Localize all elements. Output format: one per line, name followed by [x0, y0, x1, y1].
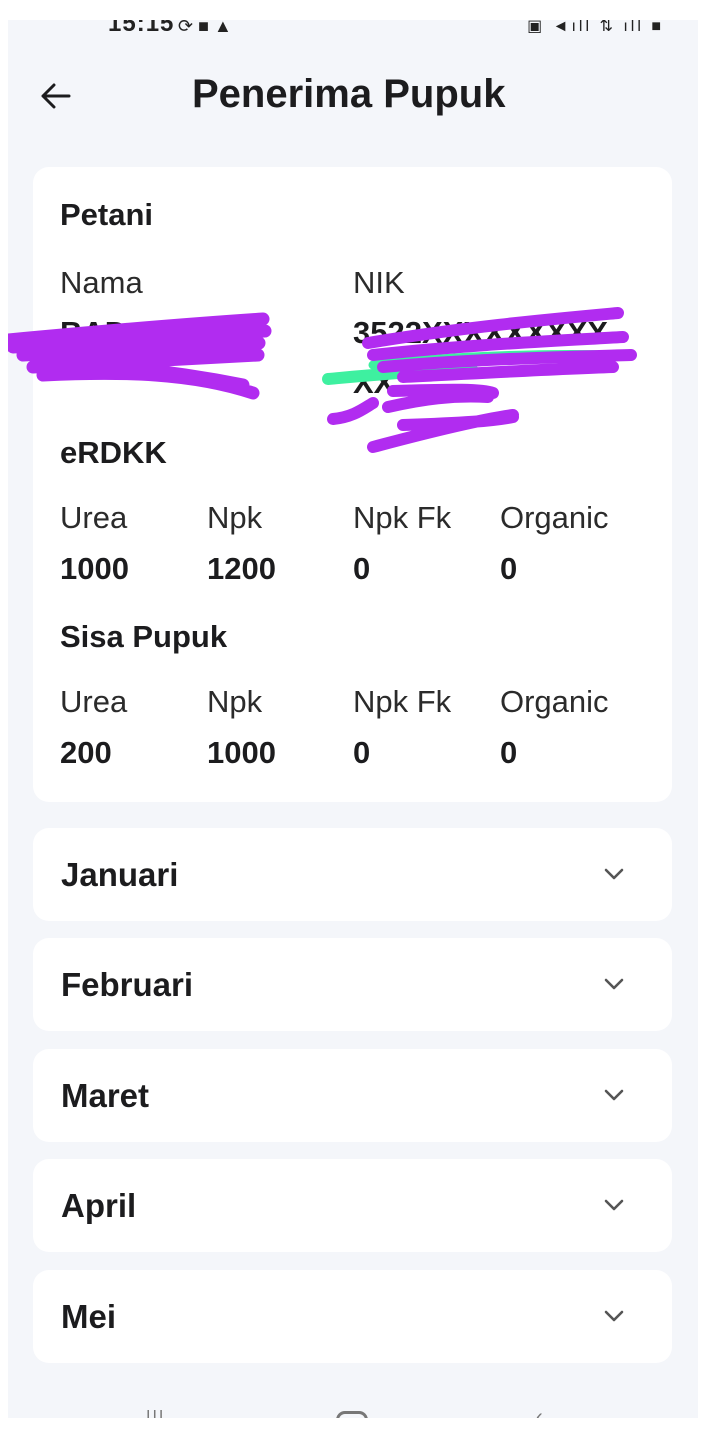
status-bar: 15:15 ⟳ ■ ▲ ▣ ◄ıll ⇅ ıll ■ [8, 20, 698, 38]
month-label: April [61, 1187, 137, 1224]
month-accordion-januari[interactable]: Januari [33, 828, 672, 921]
farmer-section-title: Petani [60, 197, 154, 232]
chevron-down-icon [604, 1199, 624, 1211]
erdkk-urea-value: 1000 [60, 551, 129, 586]
erdkk-section-title: eRDKK [60, 435, 167, 470]
erdkk-organic-value: 0 [500, 551, 518, 586]
name-label: Nama [60, 265, 143, 300]
sisa-organic-label: Organic [500, 684, 609, 719]
month-label: Maret [61, 1077, 150, 1114]
status-system-icons: ▣ ◄ıll ⇅ ıll ■ [527, 20, 664, 35]
month-label: Februari [61, 966, 194, 1003]
sisa-section-title: Sisa Pupuk [60, 619, 228, 654]
sisa-npk-fk-value: 0 [353, 735, 371, 770]
sisa-npk-value: 1000 [207, 735, 276, 770]
nik-value-redacted: 3522XXXXXXXXX XX [313, 297, 643, 457]
redaction-scribble [8, 312, 272, 400]
chevron-down-icon [604, 868, 624, 880]
home-button[interactable] [336, 1411, 368, 1418]
nik-label: NIK [353, 265, 405, 300]
back-button[interactable] [36, 76, 76, 116]
system-back-button[interactable]: ‹ [536, 1408, 543, 1418]
status-time: 15:15 [108, 20, 175, 37]
chevron-down-icon [604, 978, 624, 990]
farmer-card: Petani Nama NIK BAD 3522XXXXXXXXX XX eRD… [8, 167, 672, 802]
sisa-urea-value: 200 [60, 735, 112, 770]
sisa-organic-value: 0 [500, 735, 518, 770]
erdkk-organic-label: Organic [500, 500, 609, 535]
system-nav-bar: III ‹ [8, 1408, 698, 1418]
page-title: Penerima Pupuk [192, 72, 506, 116]
month-label: Mei [61, 1298, 117, 1335]
erdkk-npk-fk-value: 0 [353, 551, 371, 586]
recent-apps-button[interactable]: III [146, 1408, 165, 1418]
month-accordion-mei[interactable]: Mei [33, 1270, 672, 1363]
month-accordion-april[interactable]: April [33, 1159, 672, 1252]
sisa-urea-label: Urea [60, 684, 128, 719]
chevron-down-icon [604, 1089, 624, 1101]
phone-screen: 15:15 ⟳ ■ ▲ ▣ ◄ıll ⇅ ıll ■ Penerima Pupu… [8, 20, 698, 1418]
redaction-scribble [322, 307, 637, 453]
sisa-npk-label: Npk [207, 684, 263, 719]
month-accordion-maret[interactable]: Maret [33, 1049, 672, 1142]
chevron-down-icon [604, 1310, 624, 1322]
status-notification-icons: ⟳ ■ ▲ [178, 20, 232, 36]
erdkk-urea-label: Urea [60, 500, 128, 535]
arrow-left-icon [41, 83, 71, 109]
erdkk-npk-label: Npk [207, 500, 263, 535]
sisa-npk-fk-label: Npk Fk [353, 684, 452, 719]
erdkk-npk-fk-label: Npk Fk [353, 500, 452, 535]
name-value-redacted: BAD [8, 305, 303, 405]
month-accordion-februari[interactable]: Februari [33, 938, 672, 1031]
month-label: Januari [61, 856, 179, 893]
erdkk-npk-value: 1200 [207, 551, 276, 586]
